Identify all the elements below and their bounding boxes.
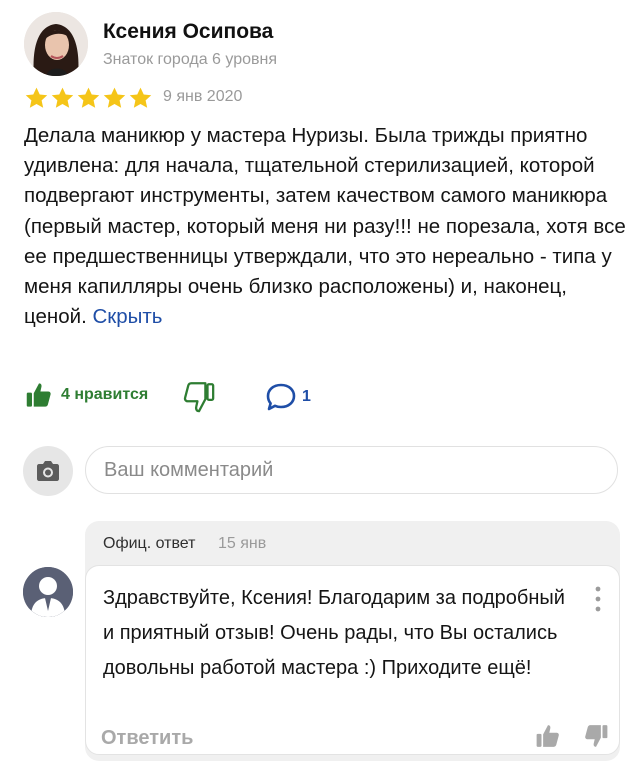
reply-button[interactable]: Ответить (101, 727, 193, 750)
like-count: 4 нравится (61, 386, 149, 403)
comments-count: 1 (302, 388, 311, 405)
star-icon (103, 87, 126, 108)
review-body: Делала маникюр у мастера Нуризы. Была тр… (24, 124, 626, 329)
more-vertical-icon (595, 586, 601, 612)
attach-photo-button[interactable] (23, 446, 73, 496)
official-reply-text: Здравствуйте, Ксения! Благодарим за подр… (103, 587, 565, 679)
comment-input[interactable] (85, 446, 618, 494)
author-name[interactable]: Ксения Осипова (103, 20, 273, 44)
avatar[interactable] (24, 12, 88, 76)
thumbs-down-icon (585, 725, 608, 747)
star-icon (25, 87, 48, 108)
comment-bubble-icon (266, 383, 296, 411)
reply-like-button[interactable] (535, 722, 561, 750)
thumbs-down-icon (183, 382, 215, 413)
camera-icon (37, 461, 59, 481)
hide-link[interactable]: Скрыть (92, 305, 162, 328)
star-icon (51, 87, 74, 108)
more-options-button[interactable] (588, 583, 608, 615)
rating-stars (24, 86, 153, 112)
official-reply-date: 15 янв (218, 535, 267, 552)
official-reply-label: Офиц. ответ (103, 535, 196, 552)
avatar-photo (24, 12, 88, 76)
user-silhouette-icon (23, 567, 73, 617)
review-date: 9 янв 2020 (163, 88, 243, 105)
author-level: Знаток города 6 уровня (103, 51, 278, 68)
star-icon (77, 87, 100, 108)
like-button[interactable]: 4 нравится (25, 380, 148, 410)
thumbs-up-icon (536, 725, 559, 747)
review-text: Делала маникюр у мастера Нуризы. Была тр… (24, 121, 629, 332)
reply-dislike-button[interactable] (583, 722, 609, 750)
business-avatar (23, 567, 73, 617)
star-icon (129, 87, 152, 108)
thumbs-up-icon (26, 383, 51, 407)
comments-button[interactable]: 1 (265, 382, 311, 412)
dislike-button[interactable] (182, 380, 216, 414)
